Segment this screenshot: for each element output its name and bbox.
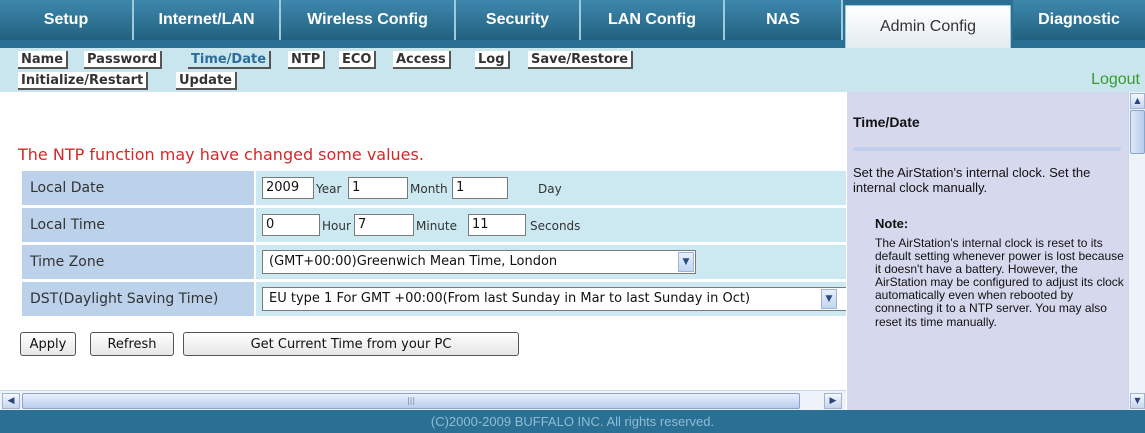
subnav-log[interactable]: Log — [475, 51, 510, 69]
horizontal-scroll-thumb[interactable]: ||| — [22, 393, 800, 409]
dst-field: EU type 1 For GMT +00:00(From last Sunda… — [256, 282, 846, 316]
tab-nas[interactable]: NAS — [725, 0, 843, 40]
sub-nav: Name Password Time/Date NTP ECO Access L… — [0, 48, 1145, 92]
subnav-eco[interactable]: ECO — [339, 51, 377, 69]
help-description: Set the AirStation's internal clock. Set… — [853, 165, 1091, 195]
time-zone-field: (GMT+00:00)Greenwich Mean Time, London ▼ — [256, 245, 846, 279]
help-title: Time/Date — [853, 114, 920, 130]
help-panel: Time/Date Set the AirStation's internal … — [847, 92, 1128, 410]
chevron-down-icon[interactable]: ▼ — [821, 289, 837, 309]
tab-wireless-config[interactable]: Wireless Config — [281, 0, 456, 40]
vertical-scroll-thumb[interactable] — [1130, 110, 1145, 154]
help-divider — [853, 147, 1121, 151]
horizontal-scrollbar[interactable]: ◀ ||| ▶ — [0, 390, 846, 410]
subnav-password[interactable]: Password — [84, 51, 163, 69]
year-unit: Year — [316, 182, 342, 196]
arrow-right-icon[interactable]: ▶ — [824, 393, 842, 409]
tab-admin-config[interactable]: Admin Config — [845, 5, 1011, 48]
minute-input[interactable]: 7 — [354, 214, 414, 236]
local-time-label: Local Time — [22, 208, 254, 242]
seconds-input[interactable]: 11 — [468, 214, 526, 236]
tab-internet-lan[interactable]: Internet/LAN — [134, 0, 281, 40]
apply-button[interactable]: Apply — [20, 332, 76, 356]
top-nav: Setup Internet/LAN Wireless Config Secur… — [0, 0, 1145, 48]
vertical-scrollbar[interactable]: ▲ ▼ — [1128, 92, 1145, 410]
arrow-down-icon[interactable]: ▼ — [1130, 393, 1145, 409]
dst-label: DST(Daylight Saving Time) — [22, 282, 254, 316]
subnav-save-restore[interactable]: Save/Restore — [528, 51, 634, 69]
time-zone-label: Time Zone — [22, 245, 254, 279]
chevron-down-icon[interactable]: ▼ — [678, 252, 694, 272]
hour-unit: Hour — [322, 219, 351, 233]
dst-select[interactable]: EU type 1 For GMT +00:00(From last Sunda… — [262, 287, 846, 311]
day-input[interactable]: 1 — [452, 177, 508, 199]
get-time-button[interactable]: Get Current Time from your PC — [183, 332, 519, 356]
hour-input[interactable]: 0 — [262, 214, 320, 236]
subnav-access[interactable]: Access — [393, 51, 451, 69]
tab-setup[interactable]: Setup — [0, 0, 134, 40]
month-input[interactable]: 1 — [348, 177, 408, 199]
local-date-label: Local Date — [22, 171, 254, 205]
time-zone-select[interactable]: (GMT+00:00)Greenwich Mean Time, London ▼ — [262, 250, 696, 274]
tab-lan-config[interactable]: LAN Config — [581, 0, 725, 40]
year-input[interactable]: 2009 — [262, 177, 314, 199]
subnav-update[interactable]: Update — [176, 72, 237, 90]
arrow-left-icon[interactable]: ◀ — [2, 393, 20, 409]
subnav-time-date[interactable]: Time/Date — [188, 51, 272, 69]
refresh-button[interactable]: Refresh — [90, 332, 174, 356]
subnav-name[interactable]: Name — [18, 51, 69, 69]
subnav-initialize-restart[interactable]: Initialize/Restart — [18, 72, 149, 90]
help-note-text: The AirStation's internal clock is reset… — [875, 236, 1124, 329]
local-date-field: 2009 Year 1 Month 1 Day — [256, 171, 846, 205]
subnav-ntp[interactable]: NTP — [288, 51, 326, 69]
time-zone-value: (GMT+00:00)Greenwich Mean Time, London — [269, 254, 558, 269]
arrow-up-icon[interactable]: ▲ — [1130, 93, 1145, 109]
main-content: The NTP function may have changed some v… — [0, 92, 846, 390]
seconds-unit: Seconds — [530, 219, 581, 233]
logout-link[interactable]: Logout — [1091, 71, 1140, 89]
month-unit: Month — [410, 182, 448, 196]
dst-value: EU type 1 For GMT +00:00(From last Sunda… — [269, 291, 751, 306]
ntp-notice: The NTP function may have changed some v… — [18, 145, 424, 164]
tab-security[interactable]: Security — [456, 0, 581, 40]
day-unit: Day — [538, 182, 562, 196]
tab-diagnostic[interactable]: Diagnostic — [1013, 0, 1145, 40]
local-time-field: 0 Hour 7 Minute 11 Seconds — [256, 208, 846, 242]
help-note-label: Note: — [875, 216, 909, 231]
minute-unit: Minute — [416, 219, 457, 233]
footer-copyright: (C)2000-2009 BUFFALO INC. All rights res… — [0, 410, 1145, 433]
